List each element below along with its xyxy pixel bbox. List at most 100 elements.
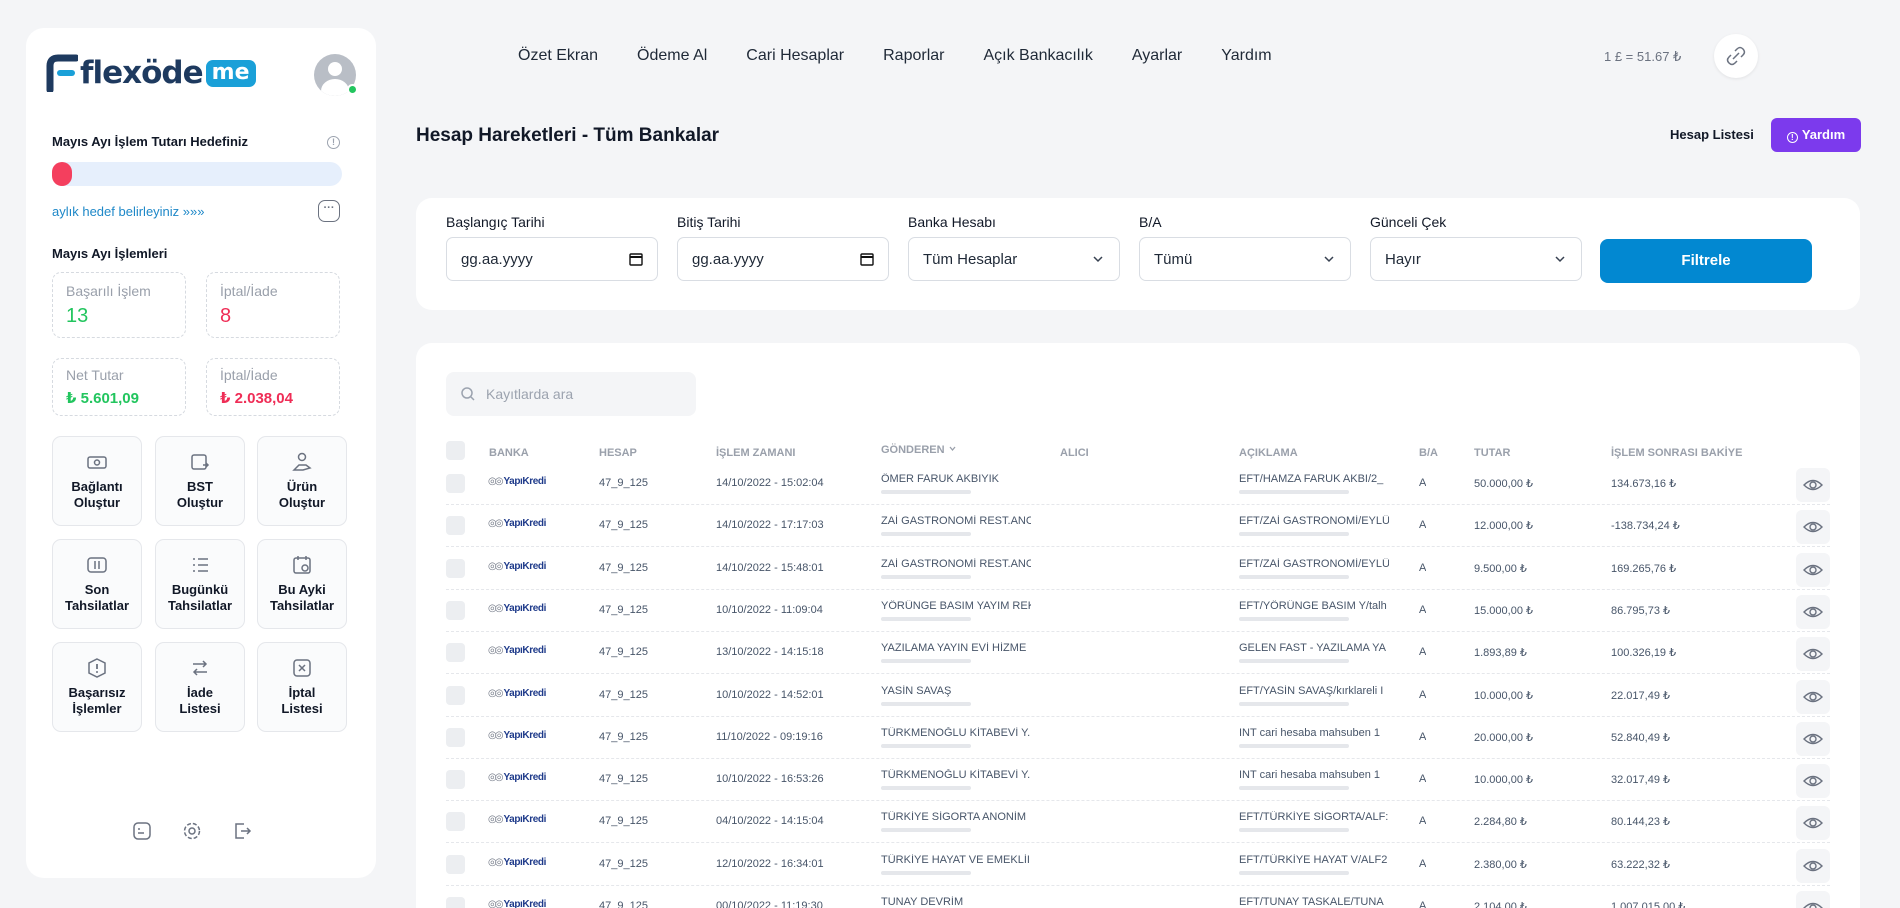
nav-item-payment[interactable]: Ödeme Al xyxy=(637,47,707,65)
table-row[interactable]: ◎◎ YapıKredi 47_9_125 13/10/2022 - 14:15:18… xyxy=(446,632,1830,675)
gear-icon[interactable] xyxy=(181,820,203,842)
view-button[interactable] xyxy=(1796,721,1830,756)
tile-month-collections[interactable]: Bu Ayki Tahsilatlar xyxy=(257,539,347,629)
search-placeholder: Kayıtlarda ara xyxy=(486,386,574,402)
goal-progress-fill xyxy=(52,162,73,186)
table-row[interactable]: ◎◎ YapıKredi 47_9_125 14/10/2022 - 15:02:04… xyxy=(446,463,1830,505)
col-time[interactable]: İŞLEM ZAMANI xyxy=(716,447,795,459)
end-date-input[interactable]: gg.aa.yyyy xyxy=(677,237,889,281)
eye-icon xyxy=(1803,479,1823,491)
col-balance[interactable]: İŞLEM SONRASI BAKİYE xyxy=(1611,447,1742,459)
col-bank[interactable]: BANKA xyxy=(489,447,529,459)
col-amount[interactable]: TUTAR xyxy=(1474,447,1510,459)
cell-description: EFT/YASİN SAVAŞ/kırklareli I xyxy=(1239,684,1384,697)
set-goal-link[interactable]: aylık hedef belirleyiniz »»» xyxy=(52,204,204,219)
bank-name: YapıKredi xyxy=(503,772,546,784)
table-row[interactable]: ◎◎ YapıKredi 47_9_125 14/10/2022 - 15:48:01… xyxy=(446,548,1830,590)
tile-label-line1: İptal xyxy=(288,685,316,700)
cell-account: 47_9_125 xyxy=(599,519,648,532)
nav-item-settings[interactable]: Ayarlar xyxy=(1132,47,1182,65)
filter-button[interactable]: Filtrele xyxy=(1600,239,1812,283)
nav-item-summary[interactable]: Özet Ekran xyxy=(518,47,598,65)
table-row[interactable]: ◎◎ YapıKredi 47_9_125 14/10/2022 - 17:17:03… xyxy=(446,505,1830,548)
cell-time: 11/10/2022 - 09:19:16 xyxy=(716,730,823,743)
col-description[interactable]: AÇIKLAMA xyxy=(1239,447,1298,459)
share-link-button[interactable] xyxy=(1714,34,1758,78)
eye-icon xyxy=(1803,564,1823,575)
col-account[interactable]: HESAP xyxy=(599,447,637,459)
row-checkbox[interactable] xyxy=(446,897,465,908)
row-checkbox[interactable] xyxy=(446,643,465,663)
tile-failed-transactions[interactable]: Başarısız İşlemler xyxy=(52,642,142,732)
col-receiver[interactable]: ALICI xyxy=(1060,447,1089,459)
view-button[interactable] xyxy=(1796,848,1830,883)
row-checkbox[interactable] xyxy=(446,854,465,874)
cell-balance: 1.007.015,00 ₺ xyxy=(1611,901,1686,908)
tile-label-line1: Bağlantı xyxy=(71,479,123,494)
bank-account-select[interactable]: Tüm Hesaplar xyxy=(908,237,1120,281)
nav-item-reports[interactable]: Raporlar xyxy=(883,47,944,65)
tile-create-product[interactable]: Ürün Oluştur xyxy=(257,436,347,526)
view-button[interactable] xyxy=(1796,510,1830,545)
table-row[interactable]: ◎◎ YapıKredi 47_9_125 10/10/2022 - 11:09:04… xyxy=(446,590,1830,632)
sender-placeholder-bar xyxy=(881,490,971,494)
calendar-icon xyxy=(629,253,643,266)
view-button[interactable] xyxy=(1796,468,1830,502)
view-button[interactable] xyxy=(1796,637,1830,672)
view-button[interactable] xyxy=(1796,552,1830,587)
message-icon[interactable] xyxy=(131,820,153,842)
logo[interactable]: flexöde me xyxy=(46,54,256,92)
nav-item-help[interactable]: Yardım xyxy=(1221,47,1271,65)
table-row[interactable]: ◎◎ YapıKredi 47_9_125 10/10/2022 - 14:52:01… xyxy=(446,675,1830,717)
start-date-input[interactable]: gg.aa.yyyy xyxy=(446,237,658,281)
view-button[interactable] xyxy=(1796,891,1830,908)
sender-placeholder-bar xyxy=(881,786,971,791)
row-checkbox[interactable] xyxy=(446,770,465,790)
nav-item-accounts[interactable]: Cari Hesaplar xyxy=(746,47,844,65)
table-row[interactable]: ◎◎ YapıKredi 47_9_125 10/10/2022 - 16:53:26… xyxy=(446,759,1830,802)
bank-logo: ◎◎ YapıKredi xyxy=(488,772,546,783)
logo-text: flexöde xyxy=(80,55,204,91)
row-checkbox[interactable] xyxy=(446,685,465,705)
tile-cancel-list[interactable]: İptal Listesi xyxy=(257,642,347,732)
tile-create-link[interactable]: Bağlantı Oluştur xyxy=(52,436,142,526)
table-row[interactable]: ◎◎ YapıKredi 47_9_125 00/10/2022 - 11:19:30… xyxy=(446,886,1830,908)
help-button[interactable]: ! Yardım xyxy=(1771,118,1861,152)
nav-item-open-banking[interactable]: Açık Bankacılık xyxy=(983,47,1092,65)
table-row[interactable]: ◎◎ YapıKredi 47_9_125 11/10/2022 - 09:19:16… xyxy=(446,717,1830,759)
view-button[interactable] xyxy=(1796,594,1830,629)
view-button[interactable] xyxy=(1796,679,1830,714)
bank-name: YapıKredi xyxy=(503,645,546,657)
cell-sender: YÖRÜNGE BASIM YAYIM REK xyxy=(881,599,1031,612)
refresh-select[interactable]: Hayır xyxy=(1370,237,1582,281)
logout-icon[interactable] xyxy=(231,820,253,842)
row-checkbox[interactable] xyxy=(446,727,465,747)
yapikredi-logo-icon: ◎◎ xyxy=(488,518,504,530)
account-list-button[interactable]: Hesap Listesi xyxy=(1656,118,1768,152)
col-ba[interactable]: B/A xyxy=(1419,447,1438,459)
tile-today-collections[interactable]: Bugünkü Tahsilatlar xyxy=(155,539,245,629)
table-row[interactable]: ◎◎ YapıKredi 47_9_125 04/10/2022 - 14:15:04… xyxy=(446,801,1830,844)
table-row[interactable]: ◎◎ YapıKredi 47_9_125 12/10/2022 - 16:34:01… xyxy=(446,844,1830,886)
table-header: BANKA HESAP İŞLEM ZAMANI GÖNDEREN ALICI … xyxy=(446,441,1830,461)
ba-select[interactable]: Tümü xyxy=(1139,237,1351,281)
row-checkbox[interactable] xyxy=(446,558,465,578)
view-button[interactable] xyxy=(1796,764,1830,799)
tile-refund-list[interactable]: İade Listesi xyxy=(155,642,245,732)
row-checkbox[interactable] xyxy=(446,516,465,536)
tile-create-bst[interactable]: BST Oluştur xyxy=(155,436,245,526)
tile-recent-collections[interactable]: Son Tahsilatlar xyxy=(52,539,142,629)
yapikredi-logo-icon: ◎◎ xyxy=(488,899,504,908)
row-checkbox[interactable] xyxy=(446,600,465,620)
bank-account-label: Banka Hesabı xyxy=(908,214,996,230)
description-placeholder-bar xyxy=(1239,870,1349,875)
row-checkbox[interactable] xyxy=(446,812,465,832)
info-icon[interactable]: ! xyxy=(327,136,340,149)
more-options-icon[interactable]: ··· xyxy=(318,200,340,222)
search-input[interactable]: Kayıtlarda ara xyxy=(446,372,696,416)
col-sender[interactable]: GÖNDEREN xyxy=(881,444,957,456)
info-circle-icon: ! xyxy=(1786,132,1798,143)
select-all-checkbox[interactable] xyxy=(446,441,465,460)
row-checkbox[interactable] xyxy=(446,474,465,493)
view-button[interactable] xyxy=(1796,806,1830,841)
